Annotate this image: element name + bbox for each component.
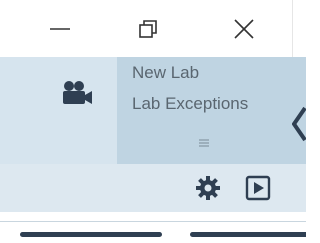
play-icon bbox=[245, 175, 271, 201]
close-button[interactable] bbox=[214, 0, 274, 57]
lab-subtitle: Lab Exceptions bbox=[132, 94, 249, 113]
hamburger-menu-icon bbox=[199, 139, 209, 147]
lab-title: New Lab bbox=[132, 63, 200, 82]
play-button[interactable] bbox=[242, 172, 274, 204]
arrow-left-icon[interactable] bbox=[292, 104, 306, 144]
video-button[interactable] bbox=[55, 73, 99, 113]
restore-icon bbox=[139, 19, 157, 38]
minimize-icon bbox=[50, 27, 70, 30]
minimize-button[interactable] bbox=[30, 0, 90, 57]
content-area bbox=[0, 212, 306, 243]
title-bar bbox=[0, 0, 306, 57]
video-camera-icon bbox=[63, 81, 92, 104]
scrollbar-left[interactable] bbox=[20, 232, 162, 237]
gear-icon bbox=[196, 176, 220, 200]
restore-button[interactable] bbox=[118, 0, 178, 57]
window-edge bbox=[292, 0, 306, 57]
close-icon bbox=[234, 18, 254, 39]
lab-menu-button[interactable] bbox=[196, 134, 212, 152]
settings-button[interactable] bbox=[190, 170, 226, 206]
scrollbar-right[interactable] bbox=[190, 232, 306, 237]
divider bbox=[0, 221, 306, 222]
